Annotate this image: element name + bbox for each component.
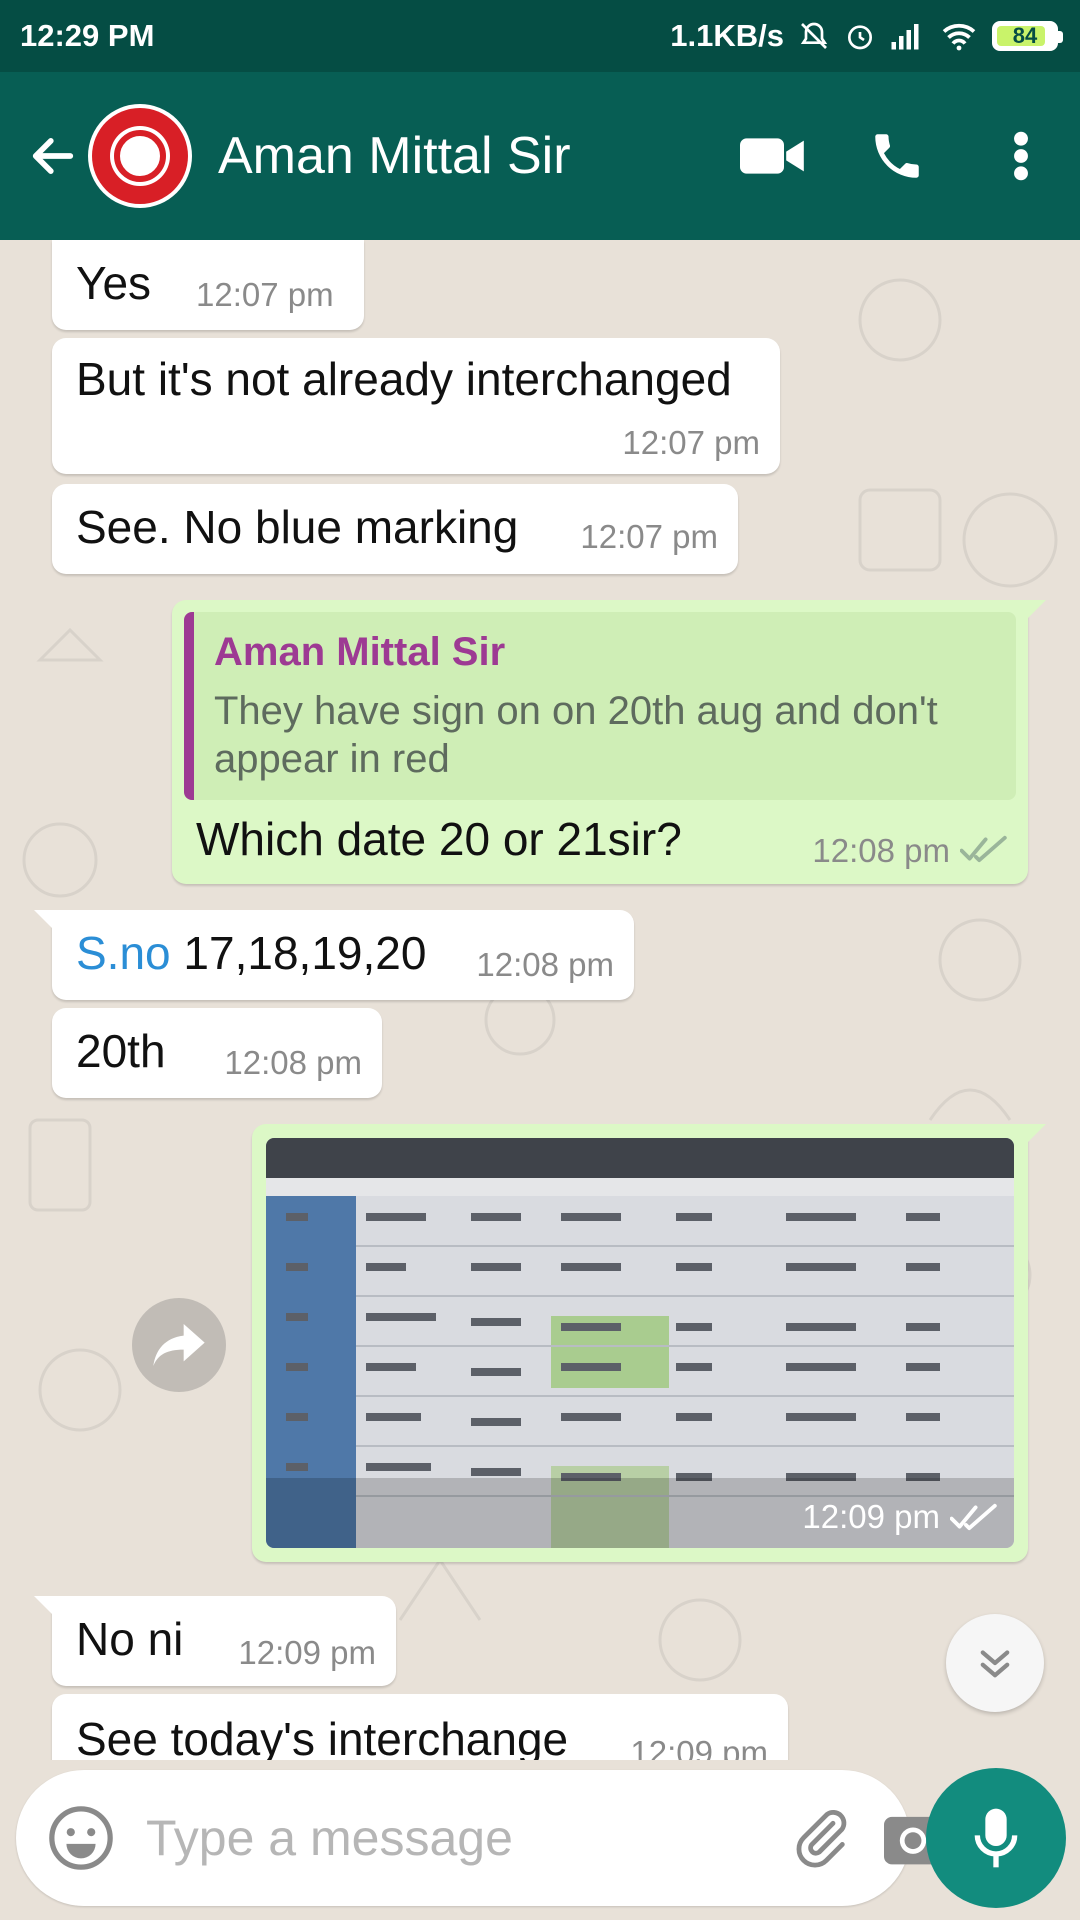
more-options-icon[interactable]: [976, 111, 1066, 201]
message-time: 12:07 pm: [580, 518, 718, 555]
status-time: 12:29 PM: [20, 18, 155, 53]
alarm-icon: [848, 25, 872, 50]
message-content: S.no 17,18,19,20: [76, 926, 426, 980]
message-time: 12:09 pm: [238, 1634, 376, 1671]
message-time: 12:08 pm: [224, 1044, 362, 1081]
message-time: 12:08 pm: [476, 946, 614, 983]
message-time: 12:08 pm: [812, 832, 950, 869]
voice-call-icon[interactable]: [852, 111, 942, 201]
image-content: [266, 1138, 1014, 1548]
battery-indicator: 84: [992, 21, 1063, 51]
message-text: No ni: [76, 1613, 184, 1665]
message-bubble-incoming[interactable]: 20th 12:08 pm: [52, 1008, 382, 1098]
attach-icon[interactable]: [789, 1798, 853, 1878]
scroll-down-icon[interactable]: [946, 1614, 1044, 1712]
message-link[interactable]: S.no: [76, 927, 171, 979]
message-bubble-incoming[interactable]: But it's not already interchanged 12:07 …: [52, 338, 780, 474]
message-text: Yes: [76, 257, 152, 309]
back-arrow-icon[interactable]: [18, 121, 88, 191]
message-bubble-incoming[interactable]: Yes 12:07 pm: [52, 240, 364, 330]
image-attachment[interactable]: 12:09 pm: [266, 1138, 1014, 1548]
message-text: 20th: [76, 1025, 166, 1077]
avatar[interactable]: [88, 104, 192, 208]
message-bubble-incoming[interactable]: See today's interchange 12:09 pm: [52, 1694, 788, 1760]
signal-icon: [891, 24, 919, 50]
message-bubble-outgoing-image[interactable]: 12:09 pm: [252, 1124, 1046, 1562]
network-speed: 1.1KB/s: [670, 18, 784, 53]
message-bubble-incoming[interactable]: No ni 12:09 pm: [34, 1596, 396, 1686]
quoted-sender: Aman Mittal Sir: [214, 630, 506, 674]
contact-name[interactable]: Aman Mittal Sir: [218, 126, 728, 186]
message-time: 12:09 pm: [802, 1498, 940, 1535]
message-composer: [16, 1770, 942, 1906]
message-bubble-incoming[interactable]: See. No blue marking 12:07 pm: [52, 484, 738, 574]
read-receipt-icon: [960, 835, 1007, 863]
message-bubble-incoming[interactable]: S.no 17,18,19,20 12:08 pm: [34, 910, 634, 1000]
message-text: See. No blue marking: [76, 501, 519, 553]
message-time: 12:07 pm: [622, 424, 760, 461]
status-indicators: 1.1KB/s 84: [670, 18, 1063, 54]
message-text: See today's interchange: [76, 1713, 569, 1760]
message-text: 17,18,19,20: [183, 927, 427, 979]
status-bar: 12:29 PM 1.1KB/s 84: [0, 0, 1080, 72]
wifi-icon: [942, 23, 976, 51]
message-list[interactable]: Yes 12:07 pm But it's not already interc…: [0, 240, 1080, 1760]
quoted-message[interactable]: Aman Mittal Sir They have sign on on 20t…: [184, 612, 1016, 800]
video-call-icon[interactable]: [728, 111, 818, 201]
chat-header: Aman Mittal Sir: [0, 72, 1080, 240]
message-bubble-outgoing[interactable]: Aman Mittal Sir They have sign on on 20t…: [172, 600, 1046, 884]
mute-bell-icon: [800, 22, 828, 49]
message-text: Which date 20 or 21sir?: [196, 813, 682, 865]
emoji-icon[interactable]: [46, 1803, 116, 1873]
message-time: 12:09 pm: [630, 1734, 768, 1760]
message-input[interactable]: [146, 1809, 789, 1867]
quoted-text: They have sign on on 20th aug and don't …: [214, 689, 938, 781]
forward-icon[interactable]: [132, 1298, 226, 1392]
read-receipt-icon: [950, 1503, 997, 1531]
message-text: But it's not already interchanged: [76, 353, 732, 405]
message-time: 12:07 pm: [196, 276, 334, 313]
mic-icon[interactable]: [926, 1768, 1066, 1908]
